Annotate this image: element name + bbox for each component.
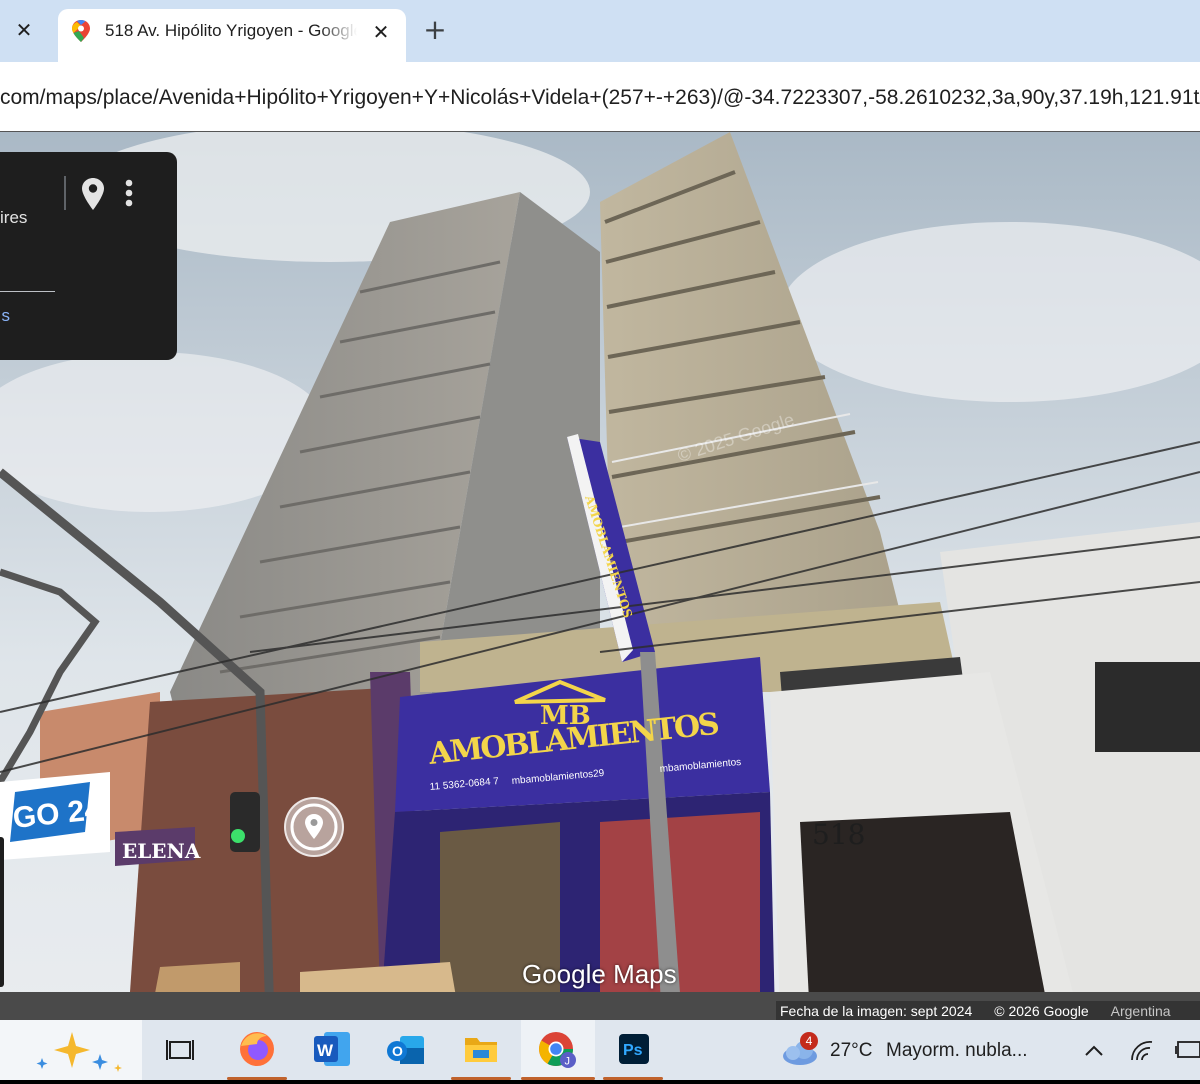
windows-taskbar: W O J Ps 27°C Mayorm. nubla... bbox=[0, 1020, 1200, 1080]
street-view-panorama[interactable]: MB AMOBLAMIENTOS 11 5362-0684 7 mbamobla… bbox=[0, 132, 1200, 1020]
card-link[interactable]: s bbox=[0, 306, 11, 328]
tab-title: 518 Av. Hipólito Yrigoyen - Google Maps bbox=[105, 21, 357, 40]
left-shop-sign: GO 24 bbox=[11, 793, 103, 835]
new-tab-plus-icon[interactable]: + bbox=[418, 14, 452, 48]
network-button[interactable] bbox=[1126, 1020, 1158, 1080]
address-bar[interactable]: com/maps/place/Avenida+Hipólito+Yrigoyen… bbox=[0, 68, 1200, 122]
svg-text:J: J bbox=[565, 1056, 571, 1068]
card-underline bbox=[0, 291, 55, 292]
location-pin-icon bbox=[290, 803, 338, 851]
wifi-icon bbox=[1131, 1041, 1153, 1061]
chevron-up-icon bbox=[1085, 1045, 1103, 1056]
country-label: Argentina bbox=[1110, 1002, 1171, 1019]
building-number: 518 bbox=[812, 818, 865, 851]
pole-sign-text: AMOBLAMIENTOS bbox=[582, 493, 635, 620]
card-address-subtitle: ires bbox=[0, 208, 28, 227]
url-text[interactable]: com/maps/place/Avenida+Hipólito+Yrigoyen… bbox=[0, 86, 1200, 116]
card-divider bbox=[64, 176, 66, 210]
taskbar-word[interactable]: W bbox=[302, 1020, 362, 1080]
taskbar-outlook[interactable]: O bbox=[376, 1020, 436, 1080]
svg-text:Ps: Ps bbox=[623, 1042, 643, 1059]
taskbar-photoshop[interactable]: Ps bbox=[603, 1020, 663, 1080]
task-view-icon bbox=[166, 1040, 194, 1060]
house-roof-logo-icon bbox=[514, 679, 606, 704]
show-hidden-icons-button[interactable] bbox=[1078, 1020, 1110, 1080]
store-sign-facebook: mbamoblamientos bbox=[659, 757, 741, 775]
browser-toolbar: com/maps/place/Avenida+Hipólito+Yrigoyen… bbox=[0, 62, 1200, 132]
map-pin-icon[interactable] bbox=[78, 174, 108, 214]
sparkle-icon bbox=[36, 1032, 122, 1072]
more-options-icon[interactable] bbox=[117, 176, 141, 212]
scene-text-overlay: MB AMOBLAMIENTOS 11 5362-0684 7 mbamobla… bbox=[11, 409, 865, 863]
taskbar-firefox[interactable] bbox=[227, 1020, 287, 1080]
attribution-bar: Fecha de la imagen: sept 2024 © 2026 Goo… bbox=[776, 1001, 1200, 1020]
display-button[interactable] bbox=[1172, 1020, 1200, 1080]
google-maps-pin-icon bbox=[72, 20, 90, 42]
task-view-button[interactable] bbox=[158, 1020, 202, 1080]
copilot-button[interactable] bbox=[0, 1020, 142, 1080]
chrome-icon: J bbox=[539, 1032, 576, 1068]
firefox-icon bbox=[240, 1032, 274, 1066]
side-panel-edge[interactable] bbox=[0, 837, 4, 987]
svg-text:O: O bbox=[392, 1043, 403, 1059]
taskbar-file-explorer[interactable] bbox=[451, 1020, 511, 1080]
folder-icon bbox=[465, 1038, 497, 1062]
taskbar-chrome[interactable]: J bbox=[521, 1020, 595, 1080]
google-maps-wordmark: Google Maps bbox=[522, 959, 677, 989]
image-date[interactable]: Fecha de la imagen: sept 2024 bbox=[776, 1003, 972, 1019]
previous-tab-close-icon[interactable]: ✕ bbox=[10, 16, 38, 44]
monitor-icon bbox=[1175, 1041, 1200, 1058]
photoshop-icon: Ps bbox=[619, 1034, 649, 1064]
tab-close-icon[interactable]: ✕ bbox=[366, 17, 396, 47]
tab-strip: ✕ 518 Av. Hipólito Yrigoyen - Google Map… bbox=[0, 0, 1200, 62]
weather-notification-badge: 4 bbox=[800, 1032, 818, 1050]
weather-temperature: 27°C bbox=[830, 1040, 873, 1061]
svg-text:W: W bbox=[317, 1041, 334, 1060]
outlook-icon: O bbox=[387, 1036, 424, 1064]
tab-google-maps[interactable]: 518 Av. Hipólito Yrigoyen - Google Maps … bbox=[58, 9, 406, 62]
weather-description: Mayorm. nubla... bbox=[886, 1040, 1028, 1061]
copyright: © 2026 Google bbox=[994, 1002, 1089, 1019]
navigation-marker[interactable] bbox=[284, 797, 344, 857]
google-watermark: © 2025 Google bbox=[675, 409, 797, 466]
left-shop-name: ELENA bbox=[122, 839, 201, 863]
store-sign-phone: 11 5362-0684 7 bbox=[429, 776, 499, 793]
word-icon: W bbox=[314, 1032, 350, 1066]
store-sign-instagram: mbamoblamientos29 bbox=[511, 768, 605, 787]
